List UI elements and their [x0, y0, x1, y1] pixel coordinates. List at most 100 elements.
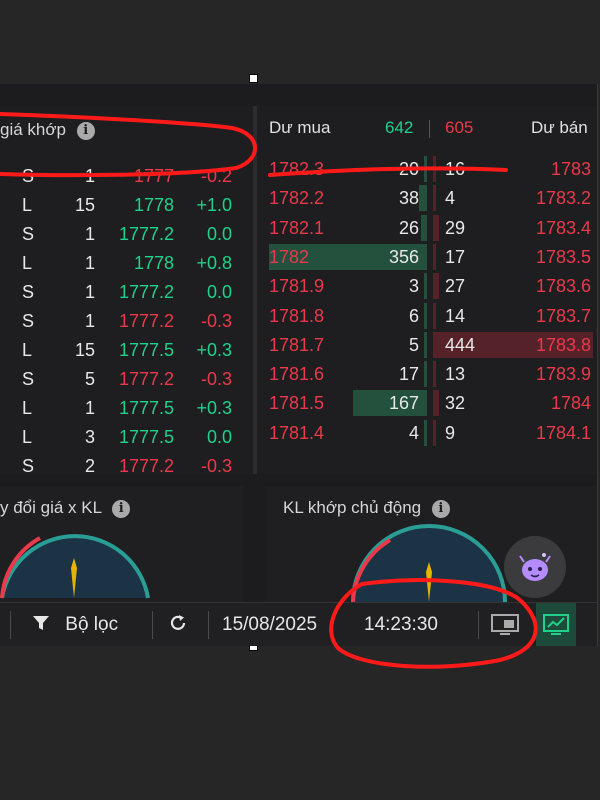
- trade-qty: 15: [74, 195, 95, 215]
- trade-price: 1777.2: [118, 456, 174, 476]
- order-book-row[interactable]: 1781.4 4 9 1784.1: [257, 419, 597, 446]
- trade-side: S: [22, 224, 35, 244]
- trade-change: -0.3: [200, 369, 232, 389]
- bid-volume-bar: [424, 273, 427, 300]
- trade-price: 1777.5: [118, 398, 174, 418]
- trade-change: -0.3: [200, 311, 232, 331]
- order-book-row[interactable]: 1782.3 20 16 1783: [257, 156, 597, 182]
- bid-price: 1781.4: [269, 422, 325, 443]
- ask-price: 1783.5: [535, 246, 591, 267]
- ask-volume: 4: [445, 188, 456, 209]
- layout-button[interactable]: [490, 603, 520, 646]
- layout-icon: [491, 614, 519, 635]
- trade-price: 1778: [133, 195, 174, 215]
- trade-side: L: [22, 427, 33, 447]
- bid-price: 1781.8: [269, 305, 325, 326]
- ask-price: 1784.1: [535, 422, 591, 443]
- ask-volume-bar: [433, 302, 436, 329]
- trade-price: 1777.5: [118, 427, 174, 447]
- bid-volume: 167: [388, 393, 419, 414]
- trade-qty: 1: [84, 224, 95, 244]
- bid-volume: 4: [408, 422, 419, 443]
- ask-volume-bar: [433, 156, 436, 182]
- trade-price: 1778: [133, 253, 174, 273]
- toolbar-divider: [478, 611, 479, 639]
- filter-label: Bộ lọc: [65, 614, 119, 635]
- trade-row: S 1 1777.2 0.0: [0, 220, 253, 248]
- ask-header-label: Dư bán: [531, 118, 588, 137]
- selection-handle-top[interactable]: [249, 74, 258, 83]
- order-book-row[interactable]: 1781.9 3 27 1783.6: [257, 273, 597, 300]
- trade-row: L 1 1778 +0.8: [0, 249, 253, 277]
- toolbar-divider: [10, 611, 11, 639]
- ask-volume-bar: [433, 361, 436, 388]
- order-book-row[interactable]: 1782.1 26 29 1783.4: [257, 214, 597, 241]
- bid-volume-bar: [424, 419, 427, 446]
- chart-layout-button[interactable]: [536, 603, 576, 646]
- ask-volume: 9: [445, 422, 456, 443]
- trade-row: S 1 1777 -0.2: [0, 162, 253, 190]
- bid-volume: 6: [408, 305, 419, 326]
- trade-qty: 2: [84, 456, 95, 476]
- ask-price: 1783.9: [535, 364, 591, 385]
- trade-change: 0.0: [206, 224, 232, 244]
- order-book-row[interactable]: 1781.7 5 444 1783.8: [257, 331, 597, 358]
- bid-volume-bar: [421, 214, 427, 241]
- trading-window: giá khớp i S 1 1777 -0.2 L 15 1778 +1.0 S 1 1777.2…: [0, 84, 598, 646]
- order-book-row[interactable]: 1782 356 17 1783.5: [257, 243, 597, 270]
- trade-price: 1777.2: [118, 282, 174, 302]
- trade-row: S 2 1777.2 -0.3: [0, 452, 253, 480]
- trade-price: 1777.2: [118, 311, 174, 331]
- ask-price: 1784: [550, 393, 591, 414]
- trade-price: 1777.2: [118, 224, 174, 244]
- trade-change: +0.3: [196, 398, 232, 418]
- ask-volume-bar: [433, 214, 439, 241]
- assistant-button[interactable]: [504, 536, 566, 598]
- info-icon[interactable]: i: [76, 121, 95, 140]
- order-book-row[interactable]: 1781.6 17 13 1783.9: [257, 361, 597, 388]
- bid-price: 1781.5: [269, 393, 325, 414]
- trade-change: 0.0: [206, 282, 232, 302]
- bid-volume: 17: [398, 364, 419, 385]
- refresh-button[interactable]: [168, 603, 188, 646]
- bid-header-label: Dư mua: [269, 118, 331, 137]
- refresh-icon: [170, 615, 186, 630]
- bid-price: 1782: [269, 246, 310, 267]
- trade-price: 1777: [133, 166, 174, 186]
- ask-price: 1783.8: [535, 334, 591, 355]
- filter-button[interactable]: Bộ lọc: [32, 603, 118, 646]
- ask-volume-bar: [433, 273, 439, 300]
- order-book-panel: Dư mua 642 605 Dư bán 1782.3 20 16 1783 1782…: [257, 106, 597, 474]
- ask-volume: 13: [445, 364, 466, 385]
- matched-trades-panel: giá khớp i S 1 1777 -0.2 L 15 1778 +1.0 S 1 1777.2…: [0, 106, 253, 476]
- bid-volume: 5: [408, 334, 419, 355]
- trade-qty: 3: [84, 427, 95, 447]
- trade-row: L 1 1777.5 +0.3: [0, 394, 253, 422]
- ask-price: 1783.7: [535, 305, 591, 326]
- time-display: 14:23:30: [364, 614, 438, 635]
- order-book-row[interactable]: 1781.5 167 32 1784: [257, 390, 597, 417]
- bottom-toolbar: Bộ lọc 15/08/2025 14:23:30: [0, 602, 597, 646]
- ask-volume: 29: [445, 217, 466, 238]
- trade-qty: 1: [84, 398, 95, 418]
- ask-volume-bar: [433, 185, 436, 212]
- header-divider: [429, 120, 430, 138]
- ask-volume: 27: [445, 276, 466, 297]
- ask-volume: 14: [445, 305, 466, 326]
- ask-volume: 444: [445, 334, 476, 355]
- bid-volume: 38: [398, 188, 419, 209]
- trade-side: S: [22, 166, 35, 186]
- trade-change: +1.0: [196, 195, 232, 215]
- toolbar-divider: [208, 611, 209, 639]
- trade-row: S 1 1777.2 -0.3: [0, 307, 253, 335]
- date-picker[interactable]: 15/08/2025: [222, 603, 317, 646]
- trade-row: S 1 1777.2 0.0: [0, 278, 253, 306]
- order-book-row[interactable]: 1782.2 38 4 1783.2: [257, 185, 597, 212]
- order-book-row[interactable]: 1781.8 6 14 1783.7: [257, 302, 597, 329]
- trade-side: S: [22, 311, 35, 331]
- bid-volume: 26: [398, 217, 419, 238]
- bid-volume: 356: [388, 246, 419, 267]
- trades-header-label: giá khớp: [0, 120, 66, 139]
- trade-side: L: [22, 340, 33, 360]
- ask-volume: 32: [445, 393, 466, 414]
